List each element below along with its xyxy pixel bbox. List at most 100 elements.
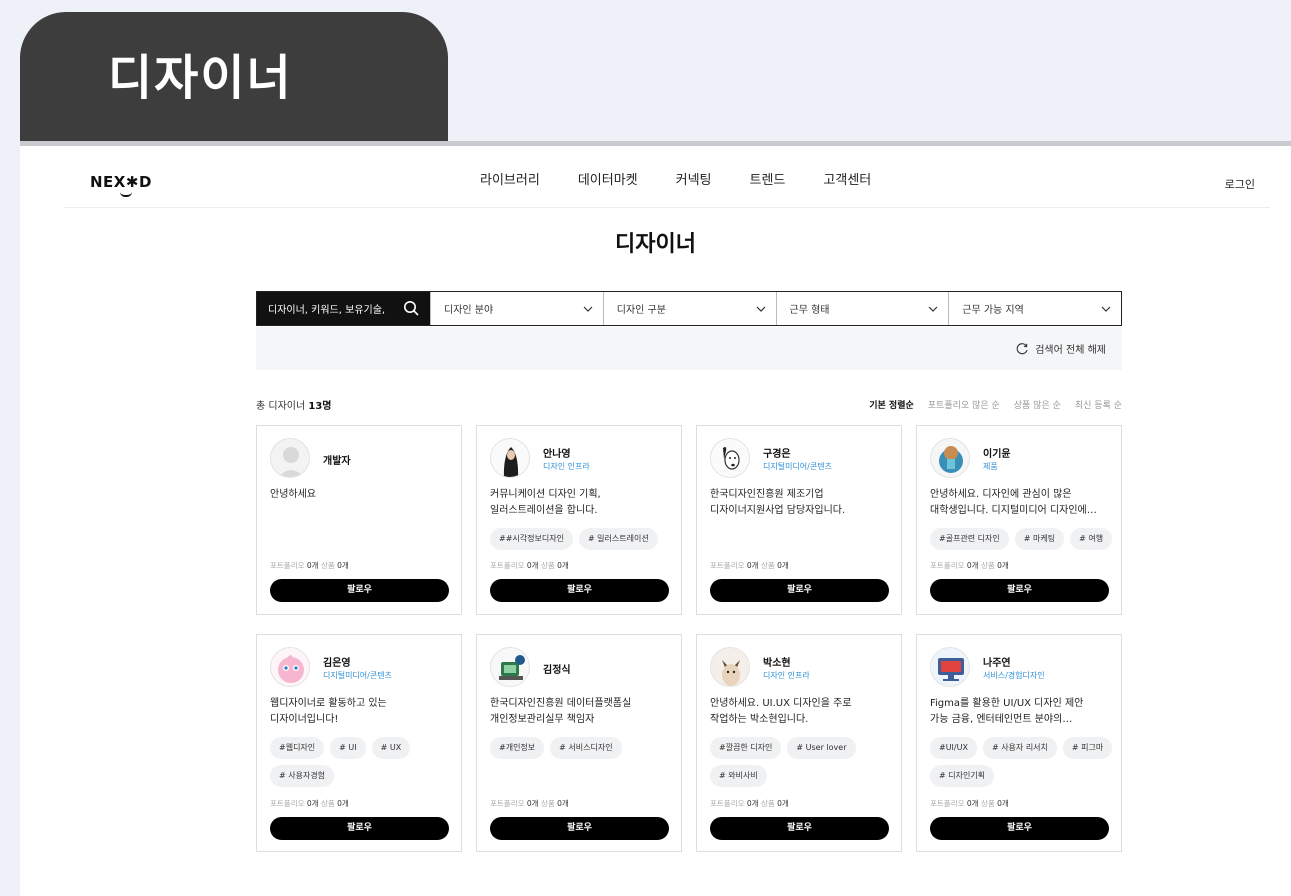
stats-products-label: 상품 [540,561,558,570]
nav-data-market[interactable]: 데이터마켓 [578,172,638,190]
follow-button[interactable]: 팔로우 [270,817,449,840]
follow-button[interactable]: 팔로우 [270,579,449,602]
main-nav: 라이브러리 데이터마켓 커넥팅 트렌드 고객센터 [480,172,909,190]
designer-stats: 포트폴리오 0개 상품 0개 [270,798,349,809]
stats-portfolio-label: 포트폴리오 [930,799,967,808]
follow-button[interactable]: 팔로우 [490,817,669,840]
avatar[interactable] [930,647,970,687]
count-prefix: 총 디자이너 [256,401,309,412]
designer-card[interactable]: 안나영 디자인 인프라 커뮤니케이션 디자인 기획, 일러스트레이션을 합니다. ##시… [476,425,682,615]
designer-name[interactable]: 나주연 [983,654,1011,669]
avatar[interactable] [270,647,310,687]
skill-tag[interactable]: # 일러스트레이션 [578,528,658,550]
stats-products-count: 0개 [997,561,1009,570]
avatar[interactable] [490,647,530,687]
designer-description: Figma를 활용한 UI/UX 디자인 제안 가능 금융, 엔터테인먼트 분야의… [930,698,1084,725]
skill-tag[interactable]: # UX [371,737,411,759]
logo[interactable]: NEX✱D [90,174,152,190]
stats-products-count: 0개 [557,561,569,570]
designer-card[interactable]: 박소현 디자인 인프라 안녕하세요. UI.UX 디자인을 주로 작업하는 박소현입니… [696,634,902,852]
skill-tag[interactable]: # 사용자경험 [270,765,335,787]
designer-description: 한국디자인진흥원 데이터플랫폼실 개인정보관리실무 책임자 [490,698,632,725]
follow-button[interactable]: 팔로우 [710,817,889,840]
nav-connecting[interactable]: 커넥팅 [676,172,712,190]
sort-default[interactable]: 기본 정렬순 [869,398,914,411]
dropdown-work-type[interactable]: 근무 형태 [775,292,949,325]
skill-tag[interactable]: ##시각정보디자인 [490,528,573,550]
search-input[interactable]: 디자이너, 키워드, 보유기술, [257,292,430,325]
designer-name[interactable]: 김정식 [543,661,571,676]
designer-description: 안녕하세요. 디자인에 관심이 많은 대학생입니다. 디지털미디어 디자인에… [930,489,1097,516]
header-divider [64,207,1270,208]
search-icon[interactable] [403,300,419,316]
avatar[interactable] [270,438,310,478]
designer-field: 디지털미디어/콘텐츠 [323,671,392,680]
follow-button[interactable]: 팔로우 [710,579,889,602]
designer-name[interactable]: 구경은 [763,445,791,460]
dropdown-design-type[interactable]: 디자인 구분 [602,292,776,325]
tag-list: #골프관련 디자인 # 마케팅 # 여행 [930,528,1120,550]
designer-description: 커뮤니케이션 디자인 기획, 일러스트레이션을 합니다. [490,489,601,516]
stats-portfolio-label: 포트폴리오 [490,799,527,808]
skill-tag[interactable]: #깔끔한 디자인 [710,737,782,759]
nav-library[interactable]: 라이브러리 [480,172,540,190]
skill-tag[interactable]: #골프관련 디자인 [930,528,1009,550]
skill-tag[interactable]: # UI [330,737,366,759]
login-link[interactable]: 로그인 [1225,176,1255,192]
stats-products-count: 0개 [337,561,349,570]
skill-tag[interactable]: # 피그마 [1062,737,1113,759]
filter-tag-area: 검색어 전체 해제 [256,327,1122,370]
designer-name[interactable]: 박소현 [763,654,791,669]
skill-tag[interactable]: #UI/UX [930,737,977,759]
stats-portfolio-label: 포트폴리오 [490,561,527,570]
logo-text: NEX [90,173,126,191]
avatar[interactable] [710,438,750,478]
count-number: 13명 [308,401,332,412]
skill-tag[interactable]: # 마케팅 [1014,528,1065,550]
sort-products[interactable]: 상품 많은 순 [1014,398,1061,411]
nav-customer-center[interactable]: 고객센터 [823,172,871,190]
stats-products-count: 0개 [777,799,789,808]
follow-button[interactable]: 팔로우 [930,579,1109,602]
screenshot-panel: NEX✱D 라이브러리 데이터마켓 커넥팅 트렌드 고객센터 로그인 디자이너 … [20,146,1291,896]
designer-name[interactable]: 김은영 [323,654,351,669]
dropdown-design-field[interactable]: 디자인 분야 [430,292,603,325]
sort-latest[interactable]: 최신 등록 순 [1075,398,1122,411]
page-title: 디자이너 [615,232,696,257]
dropdown-work-region[interactable]: 근무 가능 지역 [948,292,1121,325]
skill-tag[interactable]: # User lover [787,737,856,759]
sort-options: 기본 정렬순 포트폴리오 많은 순 상품 많은 순 최신 등록 순 [869,398,1122,411]
stats-portfolio-count: 0개 [746,799,759,808]
designer-card[interactable]: 나주연 서비스/경험디자인 Figma를 활용한 UI/UX 디자인 제안 가능 금융… [916,634,1122,852]
skill-tag[interactable]: # 와비사비 [710,765,767,787]
nav-trend[interactable]: 트렌드 [750,172,786,190]
follow-button[interactable]: 팔로우 [490,579,669,602]
stats-products-label: 상품 [980,799,998,808]
designer-card[interactable]: 개발자 안녕하세요 포트폴리오 0개 상품 0개 팔로우 [256,425,462,615]
stats-portfolio-label: 포트폴리오 [930,561,967,570]
designer-card[interactable]: 김은영 디지털미디어/콘텐츠 웹디자이너로 활동하고 있는 디자이너입니다! #웹디자인… [256,634,462,852]
sort-portfolio[interactable]: 포트폴리오 많은 순 [928,398,1000,411]
avatar[interactable] [710,647,750,687]
skill-tag[interactable]: # 사용자 리서치 [982,737,1057,759]
reset-search-button[interactable]: 검색어 전체 해제 [1015,341,1106,356]
chevron-down-icon [756,306,765,312]
skill-tag[interactable]: #개인정보 [490,737,545,759]
avatar[interactable] [490,438,530,478]
skill-tag[interactable]: # 여행 [1070,528,1113,550]
designer-stats: 포트폴리오 0개 상품 0개 [710,798,789,809]
avatar[interactable] [930,438,970,478]
designer-name[interactable]: 개발자 [323,452,351,467]
skill-tag[interactable]: #웹디자인 [270,737,325,759]
designer-card[interactable]: 김정식한국디자인진흥원 데이터플랫폼실 개인정보관리실무 책임자 #개인정보 # 서비… [476,634,682,852]
skill-tag[interactable]: # 서비스디자인 [550,737,622,759]
designer-name[interactable]: 안나영 [543,445,571,460]
stats-portfolio-count: 0개 [306,561,319,570]
designer-stats: 포트폴리오 0개 상품 0개 [490,560,569,571]
designer-name[interactable]: 이기윤 [983,445,1011,460]
follow-button[interactable]: 팔로우 [930,817,1109,840]
stats-products-label: 상품 [760,561,778,570]
designer-card[interactable]: 구경은 디지털미디어/콘텐츠 한국디자인진흥원 제조기업 디자이너지원사업 담당자입니… [696,425,902,615]
skill-tag[interactable]: # 디자인기획 [930,765,995,787]
designer-card[interactable]: 이기윤 제품 안녕하세요. 디자인에 관심이 많은 대학생입니다. 디지털미디어 디자… [916,425,1122,615]
